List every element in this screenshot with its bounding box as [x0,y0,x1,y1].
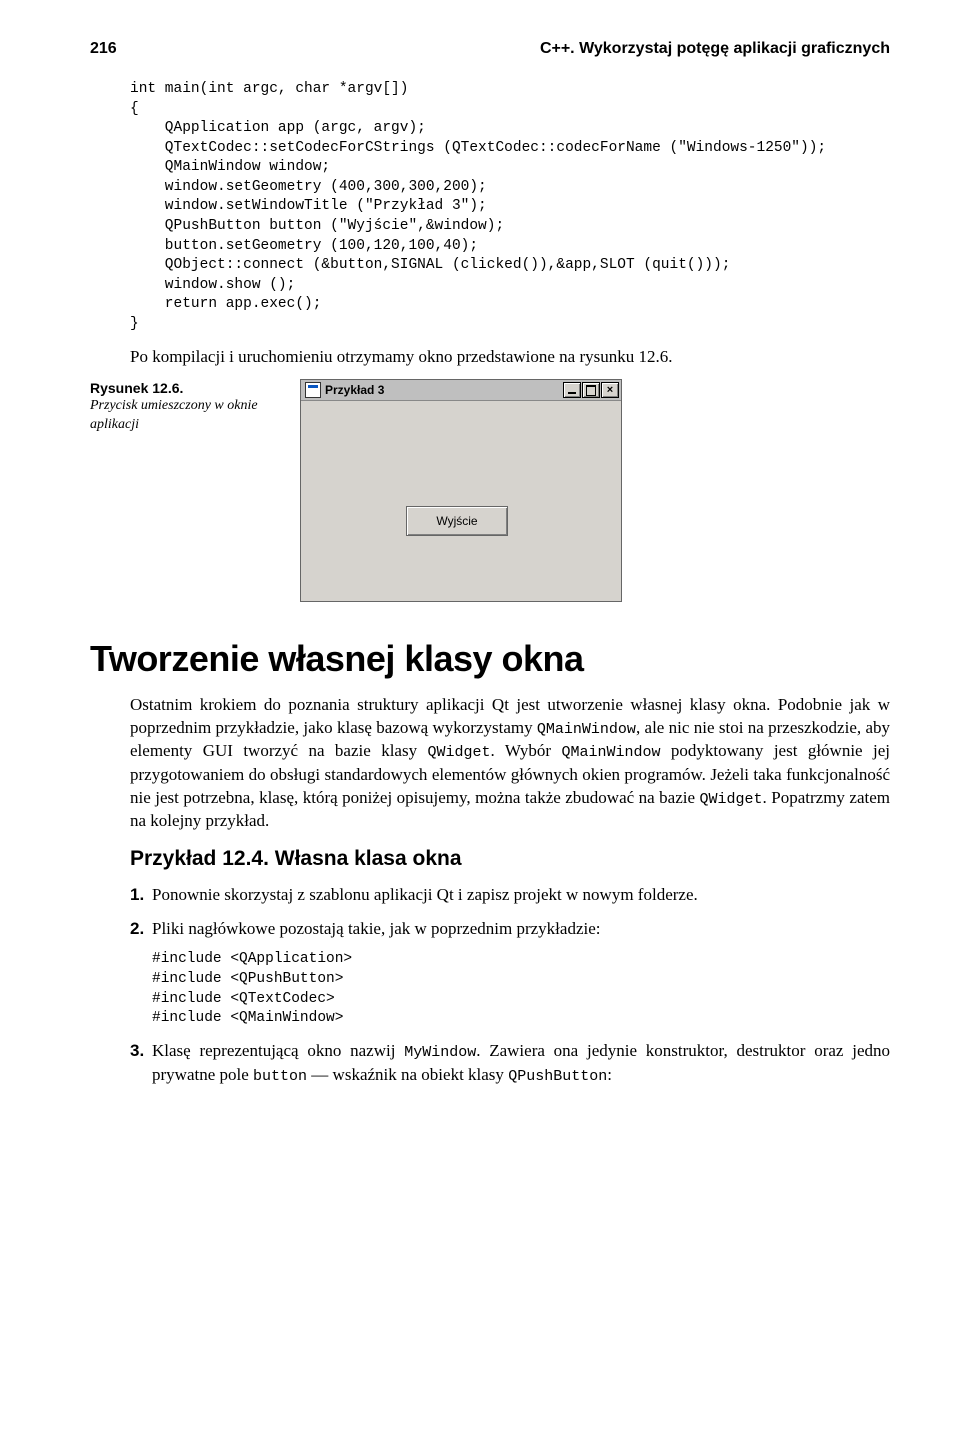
para-text: . Wybór [491,741,562,760]
window-client-area: Wyjście [301,401,621,601]
inline-code: QWidget [700,791,763,808]
para-text: : [607,1065,612,1084]
post-code-text: Po kompilacji i uruchomieniu otrzymamy o… [130,346,890,369]
numbered-list: 1. Ponownie skorzystaj z szablonu aplika… [130,883,890,941]
running-title: C++. Wykorzystaj potęgę aplikacji grafic… [540,40,890,58]
list-item: 1. Ponownie skorzystaj z szablonu aplika… [130,883,890,907]
code-listing-main: int main(int argc, char *argv[]) { QAppl… [130,80,890,334]
app-icon [305,382,321,398]
list-number: 3. [130,1039,152,1087]
inline-code: QMainWindow [561,744,660,761]
page-number: 216 [90,40,117,58]
code-listing-includes: #include <QApplication> #include <QPushB… [152,950,890,1028]
inline-code: QPushButton [508,1068,607,1085]
inline-code: button [253,1068,307,1085]
maximize-button[interactable] [582,382,600,398]
inline-code: QMainWindow [537,721,636,738]
list-text: Klasę reprezentującą okno nazwij MyWindo… [152,1039,890,1087]
list-item: 2. Pliki nagłówkowe pozostają takie, jak… [130,917,890,941]
minimize-button[interactable] [563,382,581,398]
section-paragraph: Ostatnim krokiem do poznania struktury a… [130,694,890,833]
subsection-heading: Przykład 12.4. Własna klasa okna [130,847,890,871]
figure-description: Przycisk umieszczony w oknie aplikacji [90,398,258,431]
figure-label: Rysunek 12.6. [90,379,290,397]
list-number: 1. [130,883,152,907]
inline-code: MyWindow [404,1044,476,1061]
para-text: Klasę reprezentującą okno nazwij [152,1041,404,1060]
example-window: Przykład 3 × Wyjście [300,379,622,602]
window-title: Przykład 3 [325,383,559,397]
list-item: 3. Klasę reprezentującą okno nazwij MyWi… [130,1039,890,1087]
list-text: Ponownie skorzystaj z szablonu aplikacji… [152,883,890,907]
list-text: Pliki nagłówkowe pozostają takie, jak w … [152,917,890,941]
section-heading: Tworzenie własnej klasy okna [90,638,890,680]
list-number: 2. [130,917,152,941]
inline-code: QWidget [427,744,490,761]
numbered-list: 3. Klasę reprezentującą okno nazwij MyWi… [130,1039,890,1087]
para-text: — wskaźnik na obiekt klasy [307,1065,508,1084]
exit-button[interactable]: Wyjście [406,506,508,536]
close-button[interactable]: × [601,382,619,398]
window-titlebar[interactable]: Przykład 3 × [301,380,621,401]
figure-caption: Rysunek 12.6. Przycisk umieszczony w okn… [90,379,300,434]
